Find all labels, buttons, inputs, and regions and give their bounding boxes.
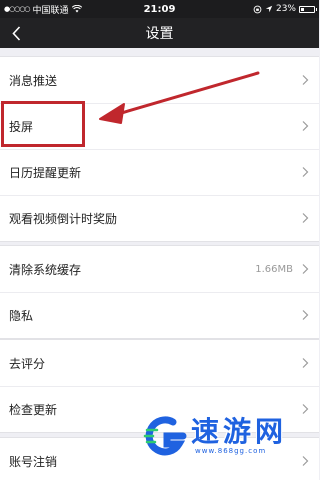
settings-row-label: 隐私 [9, 308, 34, 323]
settings-row-calendar-reminder[interactable]: 日历提醒更新 [0, 149, 319, 195]
settings-row-label: 日历提醒更新 [9, 165, 82, 180]
settings-row-label: 观看视频倒计时奖励 [9, 211, 118, 226]
navigation-bar: 设置 [0, 18, 319, 48]
settings-group-general: 消息推送 投屏 日历提醒更新 观看视频倒计时奖励 [0, 56, 319, 242]
watermark-url: www.868gg.com [195, 447, 267, 455]
settings-row-rate-app[interactable]: 去评分 [0, 340, 319, 386]
cache-size-value: 1.66MB [255, 263, 293, 275]
chevron-right-icon [302, 75, 309, 85]
watermark: 速游网 www.868gg.com [143, 408, 319, 464]
location-arrow-icon [265, 5, 273, 13]
settings-row-label: 消息推送 [9, 73, 58, 88]
settings-row-video-countdown-reward[interactable]: 观看视频倒计时奖励 [0, 195, 319, 241]
signal-strength-icon: ●○○○○ [4, 5, 31, 13]
carrier-name: 中国联通 [32, 5, 69, 16]
rotation-lock-icon [253, 5, 262, 13]
settings-row-label: 清除系统缓存 [9, 262, 82, 277]
settings-row-clear-cache[interactable]: 清除系统缓存 1.66MB [0, 246, 319, 292]
battery-fill [301, 7, 305, 11]
chevron-right-icon [302, 167, 309, 177]
status-bar: ●○○○○ 中国联通 21:09 23% [0, 0, 319, 18]
speed-g-logo-icon [143, 416, 187, 456]
highlight-box [1, 101, 85, 147]
settings-row-message-push[interactable]: 消息推送 [0, 57, 319, 103]
battery-icon [299, 5, 317, 13]
wifi-icon [71, 5, 82, 13]
chevron-right-icon [302, 121, 309, 131]
settings-group-storage: 清除系统缓存 1.66MB 隐私 [0, 245, 319, 339]
chevron-right-icon [302, 358, 309, 368]
status-left: ●○○○○ 中国联通 [4, 3, 82, 16]
chevron-left-icon [11, 25, 20, 41]
settings-row-label: 去评分 [9, 356, 46, 371]
page-title: 设置 [145, 26, 174, 42]
chevron-right-icon [302, 310, 309, 320]
chevron-right-icon [302, 264, 309, 274]
chevron-right-icon [302, 213, 309, 223]
battery-percent: 23% [275, 4, 296, 14]
back-button[interactable] [4, 21, 28, 45]
status-right: 23% [253, 4, 317, 14]
watermark-brand: 速游网 [191, 415, 288, 448]
watermark-text: 速游网 www.868gg.com [191, 415, 288, 456]
settings-row-privacy[interactable]: 隐私 [0, 292, 319, 338]
